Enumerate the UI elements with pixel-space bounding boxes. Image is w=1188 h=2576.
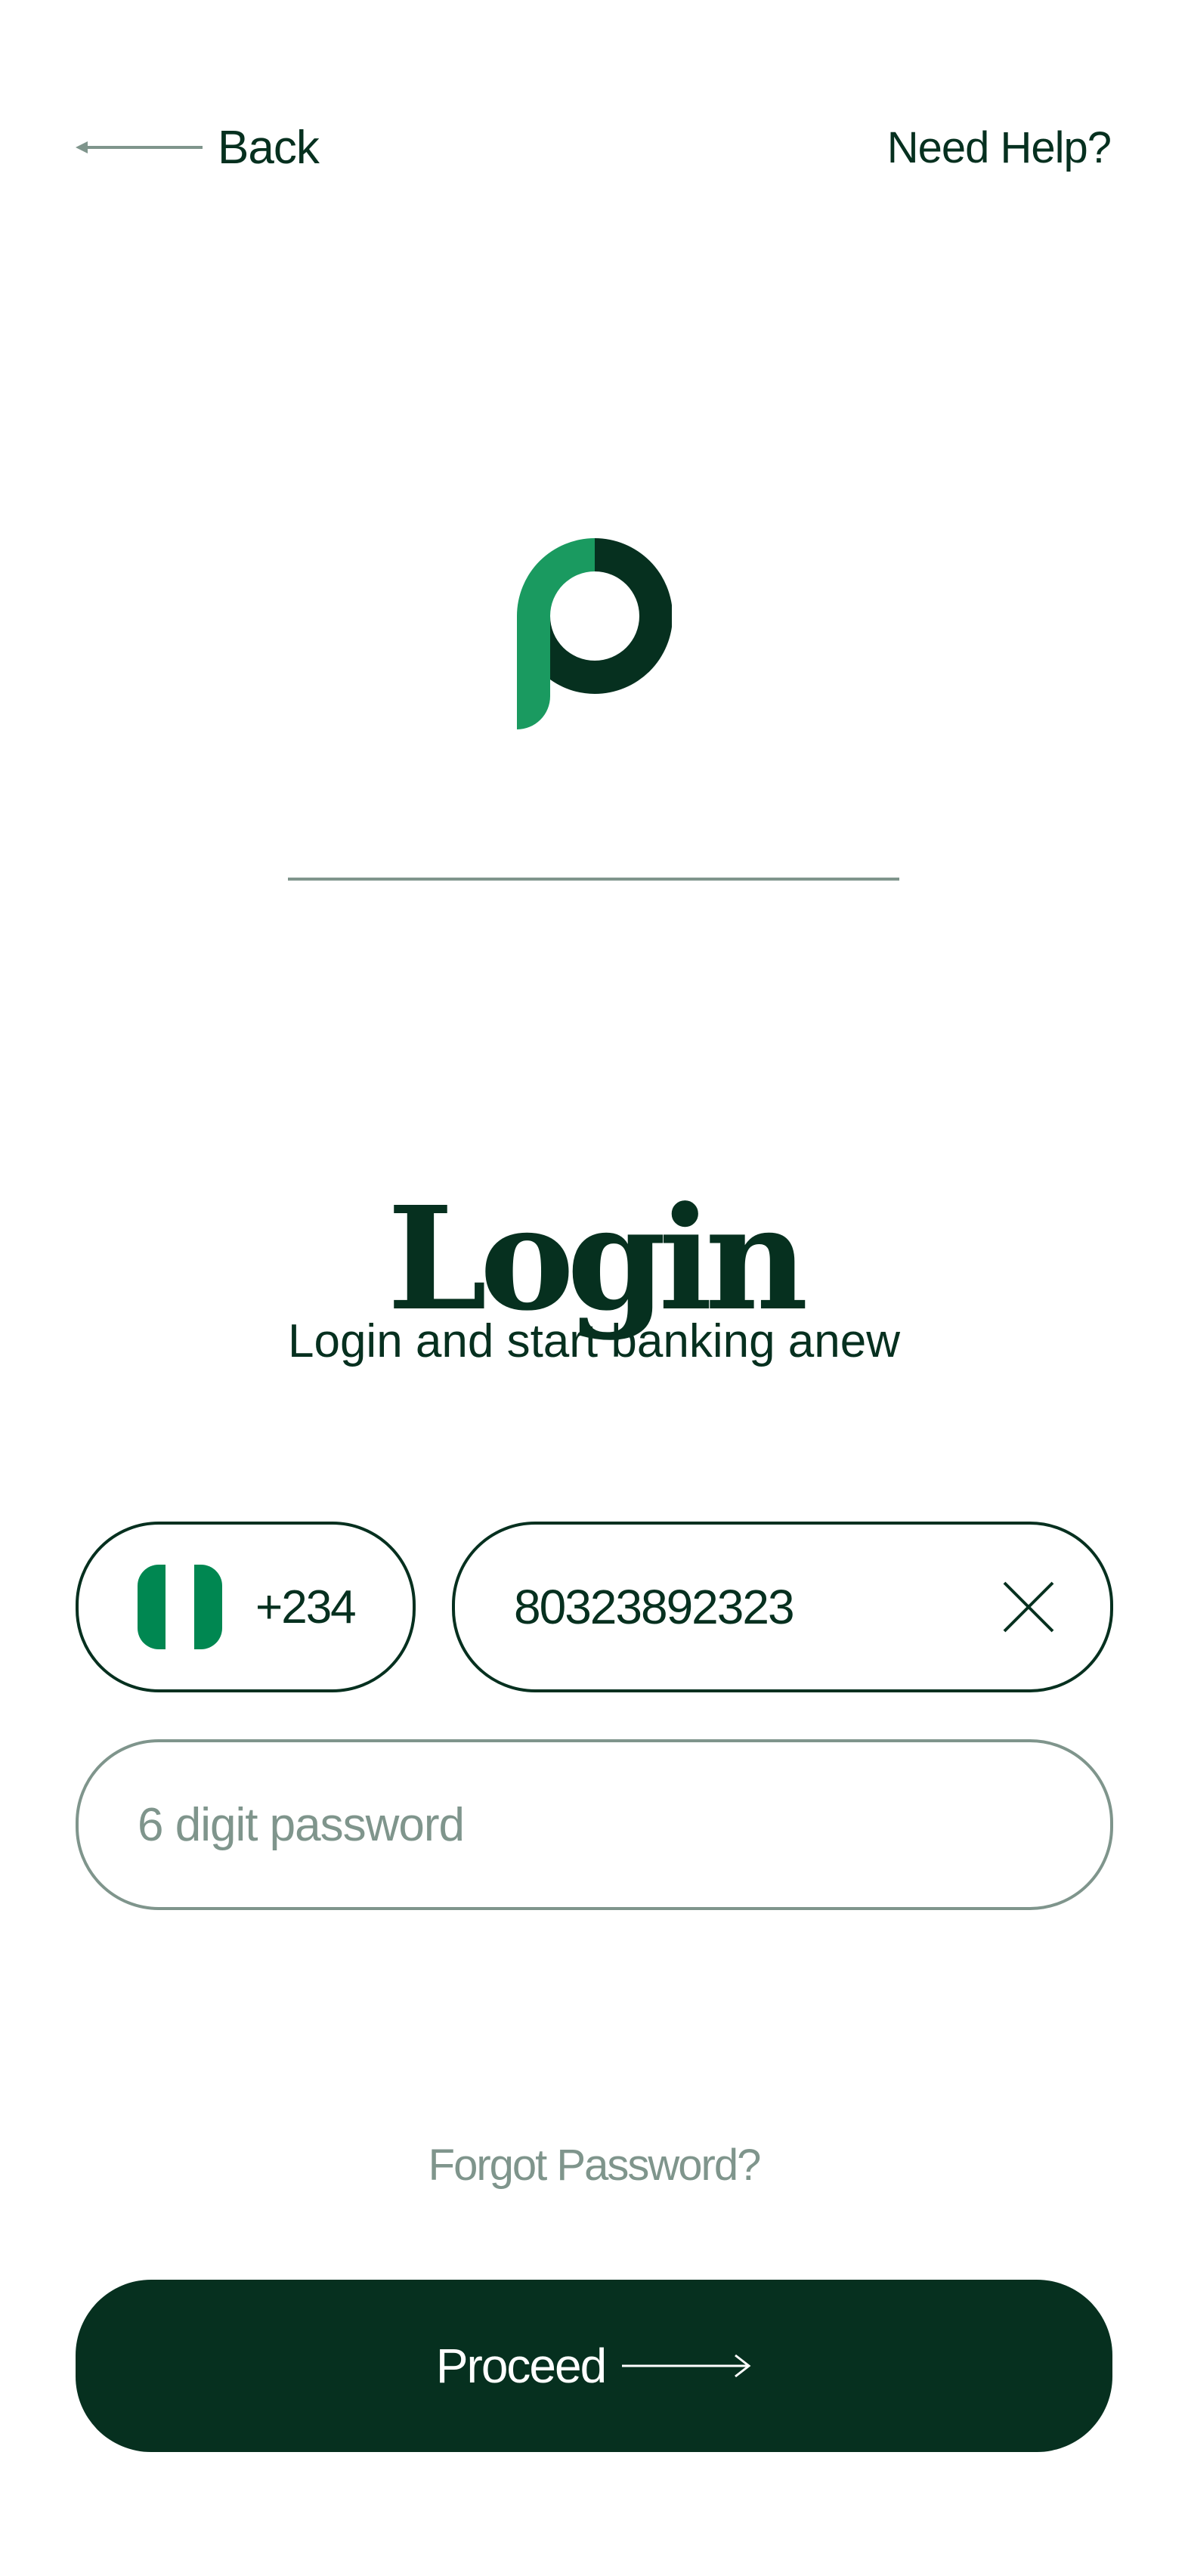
arrow-left-icon <box>76 141 203 153</box>
brand-logo <box>517 538 672 729</box>
dial-code: +234 <box>255 1581 357 1633</box>
nigeria-flag-icon <box>138 1565 222 1649</box>
page-subtitle: Login and start banking anew <box>287 1315 901 1367</box>
password-input[interactable] <box>138 1797 1051 1852</box>
divider <box>288 878 899 881</box>
phone-number-input[interactable] <box>514 1579 1000 1635</box>
country-code-selector[interactable]: +234 <box>76 1522 416 1692</box>
back-button[interactable]: Back <box>76 113 320 181</box>
close-icon[interactable] <box>1000 1578 1057 1636</box>
need-help-link[interactable]: Need Help? <box>887 113 1112 181</box>
phone-number-field <box>452 1522 1113 1692</box>
forgot-password-link[interactable]: Forgot Password? <box>0 2132 1188 2200</box>
top-bar: Back Need Help? <box>0 0 1188 295</box>
proceed-label: Proceed <box>435 2339 607 2393</box>
proceed-button[interactable]: Proceed <box>76 2280 1112 2452</box>
password-field <box>76 1739 1113 1910</box>
arrow-right-icon <box>622 2354 751 2378</box>
back-label: Back <box>218 121 320 174</box>
